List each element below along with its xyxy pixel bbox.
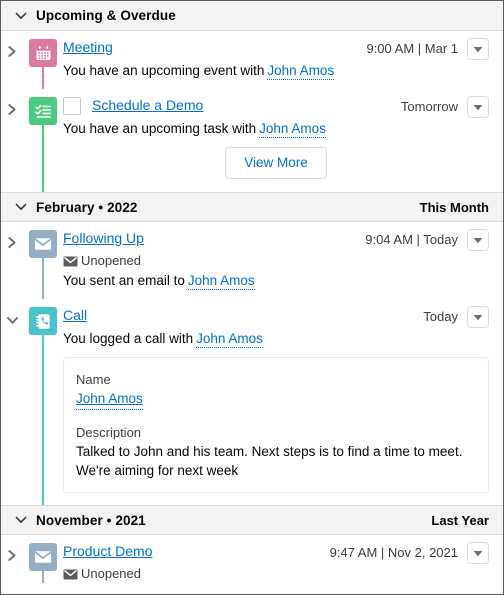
chevron-down-icon[interactable] <box>473 550 483 557</box>
timeline-item-meeting: Meeting 9:00 AM | Mar 1 You have an upco… <box>1 31 503 89</box>
detail-field-label: Name <box>76 372 111 387</box>
chevron-down-icon[interactable] <box>14 9 28 23</box>
timeline-item-email: Following Up 9:04 AM | Today Unopened Yo… <box>1 222 503 299</box>
timeline-item-call: Call Today You logged a call with John Am… <box>1 299 503 505</box>
item-subtitle-text: You have an upcoming task with <box>63 121 257 136</box>
chevron-right-icon[interactable] <box>7 235 18 250</box>
timeline-rail-task <box>23 89 63 192</box>
timeline-item-body: Product Demo 9:47 AM | Nov 2, 2021 Unope… <box>63 535 503 583</box>
activity-timeline-panel: Upcoming & Overdue Meeting 9:00 AM | Mar… <box>0 0 504 595</box>
chevron-right-icon[interactable] <box>7 102 18 117</box>
email-status-label: Unopened <box>81 253 141 268</box>
email-status: Unopened <box>63 252 489 270</box>
timeline-rail-call <box>23 299 63 505</box>
section-title: November • 2021 <box>36 512 146 528</box>
timeline-rail-product-demo <box>23 535 63 583</box>
detail-field-label: Description <box>76 425 142 440</box>
section-header-upcoming[interactable]: Upcoming & Overdue <box>1 1 503 31</box>
timeline-rail-email <box>23 222 63 299</box>
timeline-connector <box>42 125 44 192</box>
item-subtitle: You sent an email to John Amos <box>63 271 489 291</box>
timeline-item-body: Schedule a Demo Tomorrow You have an upc… <box>63 89 503 192</box>
item-timestamp: Tomorrow <box>400 99 458 114</box>
item-subtitle: You have an upcoming event with John Amos <box>63 61 489 81</box>
item-subtitle: You have an upcoming task with John Amos <box>63 119 489 139</box>
view-more-button[interactable]: View More <box>225 147 327 179</box>
item-timestamp: Today <box>423 309 458 324</box>
collapse-toggle-call[interactable] <box>1 299 23 505</box>
timeline-connector <box>42 335 44 505</box>
chevron-down-icon[interactable] <box>473 46 483 53</box>
chevron-down-icon[interactable] <box>473 104 483 111</box>
related-contact-link[interactable]: John Amos <box>259 121 326 138</box>
item-title-meeting[interactable]: Meeting <box>63 38 113 57</box>
row-actions-dropdown-call[interactable] <box>467 306 489 328</box>
item-subtitle-text: You sent an email to <box>63 273 185 288</box>
related-contact-link[interactable]: John Amos <box>187 273 255 290</box>
item-title-product-demo[interactable]: Product Demo <box>63 542 152 561</box>
item-title-task[interactable]: Schedule a Demo <box>92 96 203 115</box>
detail-field-description: Description Talked to John and his team.… <box>76 423 474 480</box>
timeline-connector <box>42 67 44 89</box>
item-title-call[interactable]: Call <box>63 306 87 325</box>
expand-toggle-task[interactable] <box>1 89 23 192</box>
item-subtitle-text: You have an upcoming event with <box>63 63 265 78</box>
task-complete-checkbox[interactable] <box>63 96 81 115</box>
chevron-down-icon[interactable] <box>5 313 20 328</box>
row-actions-dropdown-task[interactable] <box>467 96 489 118</box>
item-subtitle: You logged a call with John Amos <box>63 329 489 349</box>
email-icon <box>29 230 57 258</box>
timeline-item-body: Call Today You logged a call with John Am… <box>63 299 503 505</box>
chevron-down-icon[interactable] <box>14 513 28 527</box>
timeline-item-body: Following Up 9:04 AM | Today Unopened Yo… <box>63 222 503 299</box>
item-title-email[interactable]: Following Up <box>63 229 144 248</box>
related-contact-link[interactable]: John Amos <box>196 331 263 348</box>
row-actions-dropdown-email[interactable] <box>467 229 489 251</box>
expand-toggle-product-demo[interactable] <box>1 535 23 583</box>
item-timestamp: 9:47 AM | Nov 2, 2021 <box>329 545 458 560</box>
item-subtitle-text: You logged a call with <box>63 331 194 346</box>
email-icon <box>29 543 57 571</box>
chevron-right-icon[interactable] <box>7 44 18 59</box>
related-contact-link[interactable]: John Amos <box>267 63 335 80</box>
view-more-row: View More <box>63 139 489 192</box>
timeline-item-task: Schedule a Demo Tomorrow You have an upc… <box>1 89 503 192</box>
item-timestamp: 9:00 AM | Mar 1 <box>366 41 458 56</box>
timeline-rail-meeting <box>23 31 63 89</box>
expand-toggle-email[interactable] <box>1 222 23 299</box>
call-log-icon <box>29 307 57 335</box>
timeline-item-product-demo: Product Demo 9:47 AM | Nov 2, 2021 Unope… <box>1 535 503 583</box>
chevron-right-icon[interactable] <box>7 548 18 563</box>
section-right-label: Last Year <box>431 512 489 528</box>
task-checklist-icon <box>29 97 57 125</box>
row-actions-dropdown-meeting[interactable] <box>467 38 489 60</box>
timeline-connector <box>42 571 44 583</box>
unopened-envelope-icon <box>63 256 78 266</box>
email-status-label: Unopened <box>81 566 141 581</box>
row-actions-dropdown-product-demo[interactable] <box>467 542 489 564</box>
section-title: February • 2022 <box>36 199 138 215</box>
section-header-february[interactable]: February • 2022 This Month <box>1 192 503 222</box>
detail-field-value: Talked to John and his team. Next steps … <box>76 444 463 478</box>
email-status: Unopened <box>63 565 489 583</box>
section-right-label: This Month <box>419 199 489 215</box>
chevron-down-icon[interactable] <box>473 237 483 244</box>
section-title: Upcoming & Overdue <box>36 8 176 23</box>
expand-toggle-meeting[interactable] <box>1 31 23 89</box>
call-detail-card: Name John Amos Description Talked to Joh… <box>63 357 489 493</box>
detail-field-name: Name John Amos <box>76 370 474 410</box>
item-timestamp: 9:04 AM | Today <box>365 232 458 247</box>
chevron-down-icon[interactable] <box>14 200 28 214</box>
calendar-icon <box>29 39 57 67</box>
detail-field-value-link[interactable]: John Amos <box>76 390 143 410</box>
section-header-november[interactable]: November • 2021 Last Year <box>1 505 503 535</box>
unopened-envelope-icon <box>63 569 78 579</box>
chevron-down-icon[interactable] <box>473 314 483 321</box>
timeline-item-body: Meeting 9:00 AM | Mar 1 You have an upco… <box>63 31 503 89</box>
timeline-connector <box>42 258 44 299</box>
